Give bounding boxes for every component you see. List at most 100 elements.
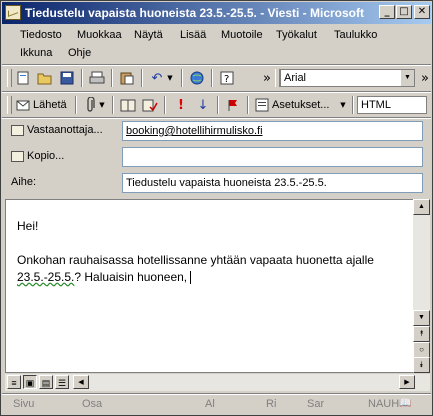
subject-label-wrap: Aihe: (11, 176, 36, 188)
send-button-label[interactable]: Lähetä (33, 99, 67, 111)
status-page: Sivu (13, 398, 35, 410)
options-dropdown-icon[interactable]: ▼ (338, 96, 348, 114)
vertical-scrollbar[interactable]: ▲ ▼ ⯭ ○ ⯯ (413, 199, 430, 373)
new-document-icon[interactable] (14, 69, 32, 87)
toolbar-divider (112, 96, 114, 114)
web-icon[interactable] (188, 69, 206, 87)
menu-muokkaa[interactable]: Muokkaa (77, 29, 122, 41)
paste-icon[interactable] (118, 69, 136, 87)
menu-ikkuna[interactable]: Ikkuna (20, 47, 52, 59)
subject-field[interactable]: Tiedustelu vapaista huoneista 23.5.-25.5… (122, 173, 423, 193)
toolbar-divider (81, 69, 83, 87)
scroll-right-icon[interactable]: ▶ (399, 375, 415, 389)
print-icon[interactable] (88, 69, 106, 87)
menu-bar: Tiedosto Muokkaa Näytä Lisää Muotoile Ty… (2, 25, 431, 63)
status-line: Ri (266, 398, 277, 410)
svg-text:?: ? (224, 74, 229, 85)
toolbar-divider (141, 69, 143, 87)
options-button-label[interactable]: Asetukset... (272, 99, 329, 111)
font-value: Arial (284, 72, 307, 84)
web-layout-icon[interactable]: ▣ (23, 375, 37, 389)
toolbar-overflow-icon[interactable]: » (416, 69, 433, 87)
menu-taulukko[interactable]: Taulukko (334, 29, 377, 41)
cc-field[interactable] (122, 147, 423, 167)
menu-tyokalut[interactable]: Työkalut (276, 29, 317, 41)
toolbar-overflow-icon[interactable]: » (258, 69, 276, 87)
body-line-1: Onkohan rauhaisassa hotellissanne yhtään… (17, 253, 374, 267)
maximize-button[interactable]: □ (396, 5, 412, 19)
toolbar-divider (247, 96, 249, 114)
greeting-line: Hei! (17, 219, 39, 233)
scroll-up-icon[interactable]: ▲ (413, 199, 430, 215)
menu-ohje[interactable]: Ohje (68, 47, 91, 59)
browse-object-icon[interactable]: ○ (413, 342, 430, 358)
spelling-status-icon: 📖 (399, 398, 412, 409)
cc-label: Kopio... (27, 150, 65, 162)
window-title: Tiedustelu vapaista huoneista 23.5.-25.5… (25, 6, 365, 20)
toolbar-divider (164, 96, 166, 114)
message-window: Tiedustelu vapaista huoneista 23.5.-25.5… (0, 0, 433, 416)
print-layout-icon[interactable]: ▤ (39, 375, 53, 389)
address-book-icon (11, 150, 24, 162)
save-icon[interactable] (58, 69, 76, 87)
status-bar: Sivu Osa Al Ri Sar NAUH 📖 (2, 396, 431, 414)
status-column: Sar (307, 398, 325, 410)
high-importance-icon[interactable]: ! (172, 96, 190, 114)
to-field[interactable]: booking@hotellihirmulisko.fi (122, 121, 423, 141)
format-combo[interactable]: HTML (357, 96, 427, 114)
menu-lisaa[interactable]: Lisää (180, 29, 206, 41)
status-section: Osa (82, 398, 103, 410)
minimize-button[interactable]: _ (379, 5, 395, 19)
previous-page-icon[interactable]: ⯭ (413, 326, 430, 342)
standard-toolbar: ↶ ▼ ? » Arial ▼ » (2, 66, 431, 90)
message-body[interactable]: Hei! Onkohan rauhaisassa hotellissanne y… (5, 199, 414, 373)
low-importance-icon[interactable]: ↓ (194, 96, 212, 114)
status-overwrite: NAUH (368, 398, 400, 410)
to-button[interactable]: Vastaanottaja... (11, 124, 103, 136)
options-icon[interactable] (253, 96, 271, 114)
toolbar-divider (217, 96, 219, 114)
close-button[interactable]: ✕ (414, 5, 430, 19)
attach-dropdown-icon[interactable]: ▼ (98, 96, 106, 114)
status-separator (2, 393, 431, 395)
toolbar-divider (75, 96, 77, 114)
check-names-icon[interactable] (141, 96, 159, 114)
message-text[interactable]: Hei! Onkohan rauhaisassa hotellissanne y… (17, 218, 417, 286)
undo-icon[interactable]: ↶ (148, 69, 166, 87)
open-folder-icon[interactable] (36, 69, 54, 87)
flag-icon[interactable] (224, 96, 242, 114)
subject-label: Aihe: (11, 176, 37, 188)
toolbar-grip[interactable] (7, 69, 12, 87)
toolbar-divider (181, 69, 183, 87)
message-icon (5, 5, 21, 20)
undo-dropdown-icon[interactable]: ▼ (166, 69, 174, 87)
to-label: Vastaanottaja... (27, 124, 103, 136)
message-toolbar: Lähetä ▼ ! ↓ Asetukset... ▼ HTML (2, 93, 431, 117)
text-cursor (190, 271, 192, 285)
help-icon[interactable]: ? (218, 69, 236, 87)
status-at: Al (205, 398, 215, 410)
send-icon[interactable] (14, 96, 32, 114)
chevron-down-icon[interactable]: ▼ (400, 70, 414, 86)
normal-view-icon[interactable]: ≡ (7, 375, 21, 389)
body-line-2: 23.5.-25.5.? Haluaisin huoneen, (17, 269, 417, 286)
next-page-icon[interactable]: ⯯ (413, 357, 430, 373)
toolbar-divider (111, 69, 113, 87)
scroll-left-icon[interactable]: ◀ (73, 375, 89, 389)
body-line-2-rest: ? Haluaisin huoneen, (74, 270, 191, 284)
menu-muotoile[interactable]: Muotoile (221, 29, 263, 41)
menu-nayta[interactable]: Näytä (134, 29, 163, 41)
cc-button[interactable]: Kopio... (11, 150, 64, 162)
subject-value: Tiedustelu vapaista huoneista 23.5.-25.5… (126, 177, 327, 189)
toolbar-divider (211, 69, 213, 87)
font-combo[interactable]: Arial ▼ (280, 69, 415, 87)
address-book-icon[interactable] (119, 96, 137, 114)
menu-tiedosto[interactable]: Tiedosto (20, 29, 62, 41)
toolbar-separator (2, 117, 431, 119)
to-address: booking@hotellihirmulisko.fi (126, 125, 263, 137)
scroll-down-icon[interactable]: ▼ (413, 310, 430, 326)
horizontal-scrollbar[interactable]: ≡ ▣ ▤ ☰ ◀ ▶ (5, 374, 430, 391)
date-text: 23.5.-25.5. (17, 270, 75, 284)
outline-view-icon[interactable]: ☰ (55, 375, 69, 389)
toolbar-grip[interactable] (7, 96, 12, 114)
